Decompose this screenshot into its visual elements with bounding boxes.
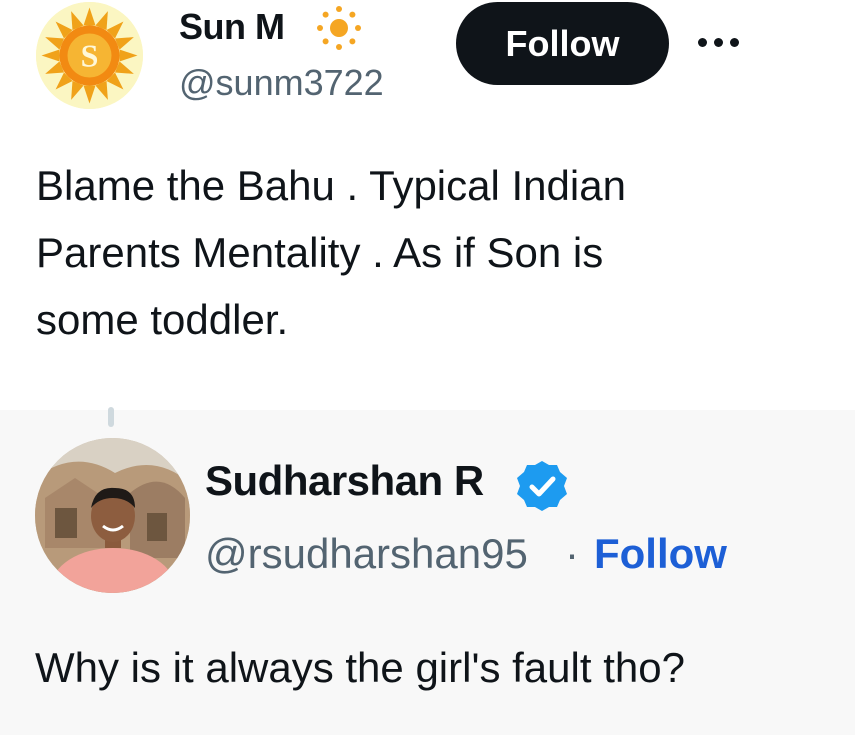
follow-link[interactable]: Follow [594, 530, 727, 578]
svg-text:S: S [81, 38, 99, 74]
sun-logo-avatar: S [36, 2, 143, 109]
follow-button[interactable]: Follow [456, 2, 669, 85]
user-handle[interactable]: @sunm3722 [179, 62, 384, 104]
quoted-tweet-text: Why is it always the girl's fault tho? [35, 644, 685, 691]
user-avatar[interactable]: S [36, 2, 143, 109]
quoted-user-avatar[interactable] [35, 438, 190, 593]
quoted-display-name[interactable]: Sudharshan R [205, 457, 484, 505]
sun-icon [317, 6, 361, 50]
profile-photo [35, 438, 190, 593]
more-options-icon[interactable] [694, 28, 744, 58]
quoted-user-handle[interactable]: @rsudharshan95 [205, 530, 528, 578]
display-name[interactable]: Sun M [179, 6, 285, 48]
tweet-text: Blame the Bahu . Typical Indian Parents … [36, 162, 626, 343]
thread-connector [108, 407, 114, 427]
verified-badge-icon [517, 461, 567, 511]
separator-dot: · [565, 530, 579, 577]
